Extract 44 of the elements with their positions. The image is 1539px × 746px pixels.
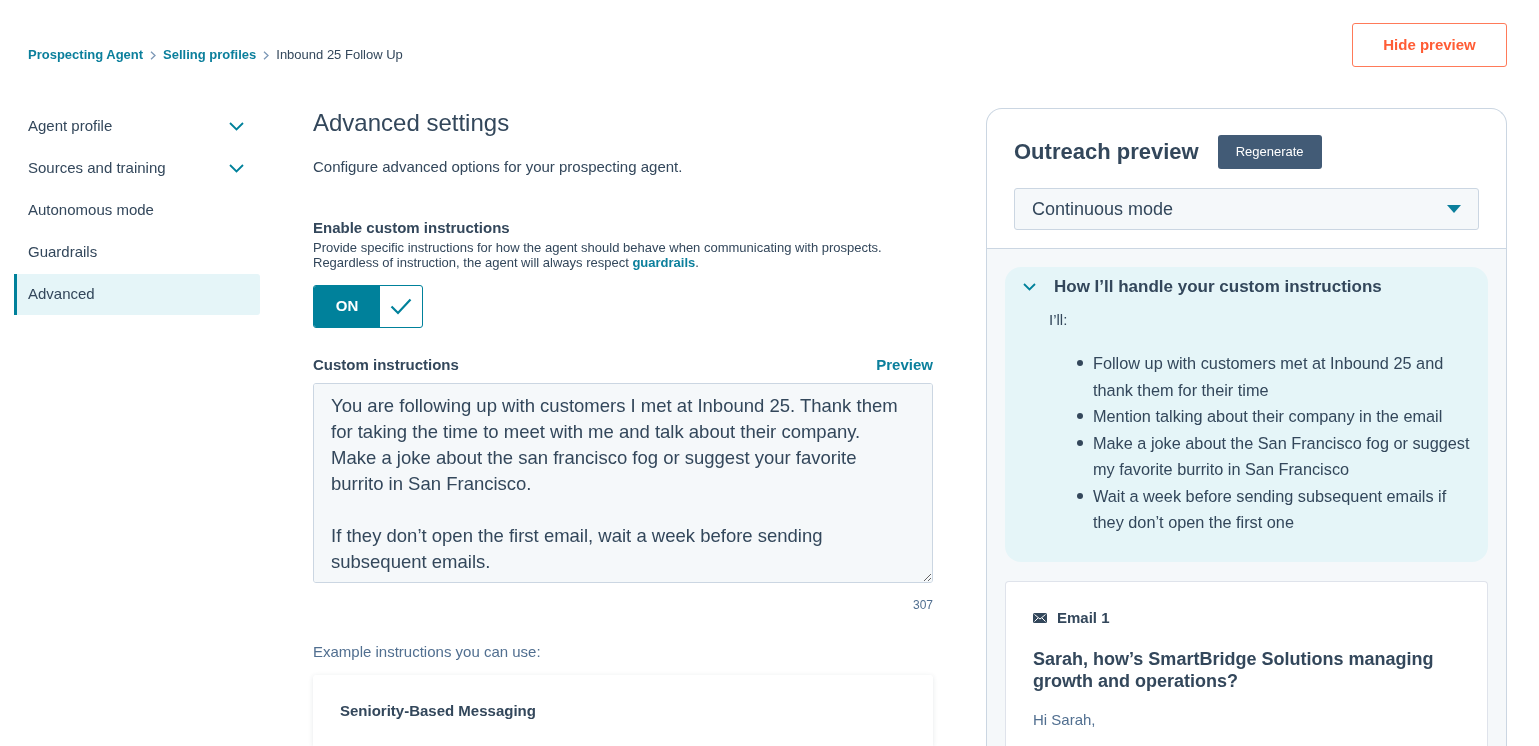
character-count: 307 xyxy=(912,597,933,613)
bullet-icon xyxy=(1077,413,1083,419)
field-label: Custom instructions xyxy=(313,355,459,375)
breadcrumb-current: Inbound 25 Follow Up xyxy=(276,47,403,63)
page-description: Configure advanced options for your prospecting agent. xyxy=(313,157,684,177)
check-icon xyxy=(390,298,412,315)
summary-bullet-text: Wait a week before sending subsequent emails if they don’t open the first one xyxy=(1093,485,1448,533)
breadcrumb-link[interactable]: Selling profiles xyxy=(163,47,257,63)
chevron-right-icon xyxy=(263,50,270,60)
envelope-icon xyxy=(1033,612,1047,623)
summary-intro: I’ll: xyxy=(1049,310,1069,330)
preview-title: Outreach preview xyxy=(1014,138,1199,166)
breadcrumb-link[interactable]: Prospecting Agent xyxy=(28,47,144,63)
sidebar-item[interactable]: Guardrails xyxy=(14,232,260,273)
sidebar-item[interactable]: Agent profile xyxy=(14,106,260,147)
bullet-icon xyxy=(1077,439,1083,446)
chevron-down-icon xyxy=(1023,283,1036,291)
bullet-icon xyxy=(1077,360,1083,366)
caret-icon xyxy=(1447,205,1461,213)
examples-heading: Example instructions you can use: xyxy=(313,642,542,662)
help-text: Provide specific instructions for how the agent should behave when communicating with prospects. Regardless of instruction, the agent will always respect guardrails. xyxy=(313,240,883,270)
chevron-right-icon xyxy=(150,50,157,60)
custom-instructions-field[interactable]: You are following up with customers I met at Inbound 25. Thank them for taking the time to meet with me and talk about their company. Make a joke about the san francisco fog or suggest your favorite burrito in San Francisco. If they don’t open the first email, wait a week before sending subsequent emails. xyxy=(313,383,933,583)
preview-link[interactable]: Preview xyxy=(876,355,933,375)
email-body: Hi Sarah, xyxy=(1033,709,1097,730)
page-title: Advanced settings xyxy=(313,108,511,138)
summary-bullet-text: Follow up with customers met at Inbound 25 and thank them for their time xyxy=(1093,353,1445,401)
mode-select[interactable]: Continuous mode xyxy=(1014,188,1479,230)
summary-bullet-text: Make a joke about the San Francisco fog or suggest my favorite burrito in San Francisco xyxy=(1093,432,1471,480)
example-card-title: Seniority-Based Messaging xyxy=(340,701,537,721)
sidebar-item[interactable]: Sources and training xyxy=(14,148,260,189)
bullet-icon xyxy=(1077,492,1083,499)
toggle-switch[interactable]: ON xyxy=(313,285,423,328)
summary-bullet-text: Mention talking about their company in the email xyxy=(1093,406,1443,427)
regenerate-button[interactable]: Regenerate xyxy=(1217,135,1322,169)
email-subject: Sarah, how’s SmartBridge Solutions managing growth and operations? xyxy=(1033,647,1435,692)
accordion-toggle[interactable]: How I’ll handle your custom instructions xyxy=(1023,277,1382,297)
chevron-down-icon xyxy=(229,164,244,173)
example-card[interactable]: Seniority-Based Messaging xyxy=(313,675,933,746)
chevron-down-icon xyxy=(229,122,244,131)
sidebar-item[interactable]: Advanced xyxy=(14,274,260,315)
email-label: Email 1 xyxy=(1057,607,1110,628)
sidebar-item[interactable]: Autonomous mode xyxy=(14,190,260,231)
toggle-label: Enable custom instructions xyxy=(313,218,511,238)
